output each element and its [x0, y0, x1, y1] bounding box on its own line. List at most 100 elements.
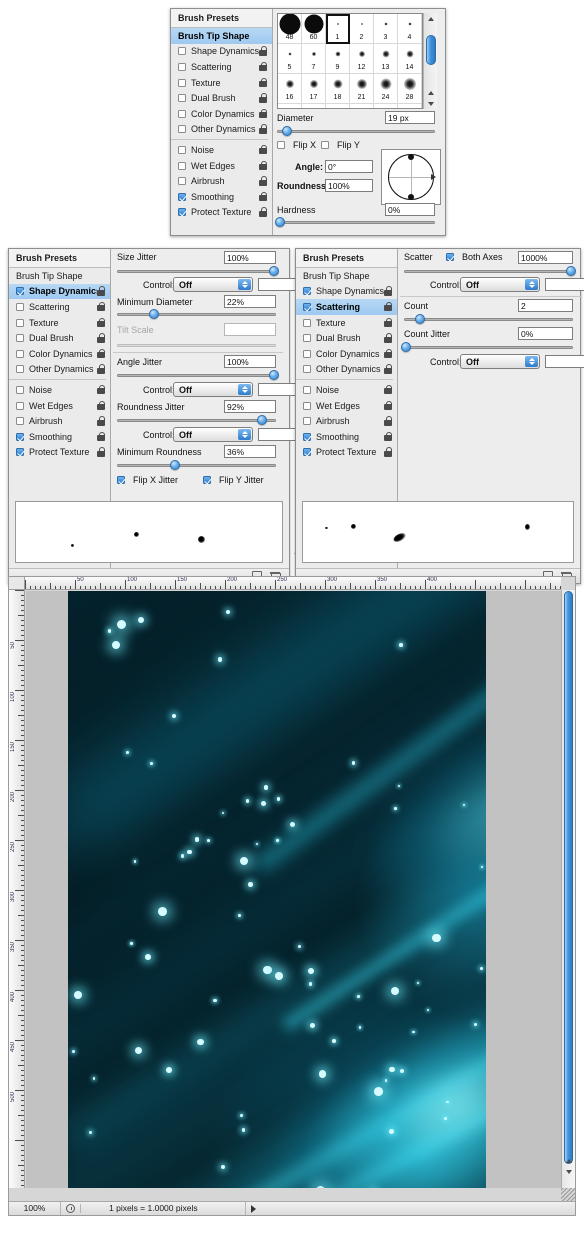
lock-icon[interactable] — [259, 124, 268, 134]
brush-preset-cell[interactable] — [350, 104, 374, 109]
option-row-protect-texture[interactable]: Protect Texture — [171, 205, 272, 221]
scroll-down-arrow-icon[interactable] — [562, 1166, 575, 1177]
lock-icon[interactable] — [97, 318, 106, 328]
brush-preset-cell[interactable]: 12 — [350, 44, 374, 74]
control2-extra-input[interactable] — [258, 383, 298, 396]
option-row-brush-tip-shape[interactable]: Brush Tip Shape — [171, 28, 272, 44]
brush-preset-cell[interactable]: 60 — [302, 14, 326, 44]
option-checkbox[interactable] — [178, 79, 186, 87]
option-checkbox[interactable] — [16, 386, 24, 394]
lock-icon[interactable] — [384, 364, 393, 374]
scattering-panel[interactable]: Brush Presets Brush Tip ShapeShape Dynam… — [295, 248, 581, 584]
lock-icon[interactable] — [259, 78, 268, 88]
brush-preset-cell[interactable]: 9 — [326, 44, 350, 74]
tilt-scale-input[interactable] — [224, 323, 276, 336]
brush-preset-cell[interactable]: 4 — [398, 14, 422, 44]
lock-icon[interactable] — [259, 176, 268, 186]
brush-preset-cell[interactable]: 7 — [302, 44, 326, 74]
brush-preset-cell[interactable]: 24 — [374, 74, 398, 104]
option-checkbox[interactable] — [16, 365, 24, 373]
lock-icon[interactable] — [259, 207, 268, 217]
brush-tip-shape-panel[interactable]: Brush Presets Brush Tip ShapeShape Dynam… — [170, 8, 446, 236]
lock-icon[interactable] — [259, 46, 268, 56]
lock-icon[interactable] — [384, 401, 393, 411]
brush-preset-cell[interactable]: 3 — [374, 14, 398, 44]
option-checkbox[interactable] — [16, 417, 24, 425]
roundness-jitter-input[interactable]: 92% — [224, 400, 276, 413]
brush-preset-cell[interactable]: 13 — [374, 44, 398, 74]
option-row-dual-brush[interactable]: Dual Brush — [296, 330, 397, 346]
horizontal-ruler[interactable]: 50100150200250300350400 — [25, 577, 561, 590]
option-checkbox[interactable] — [16, 287, 24, 295]
option-checkbox[interactable] — [303, 386, 311, 394]
lock-icon[interactable] — [97, 385, 106, 395]
lock-icon[interactable] — [97, 333, 106, 343]
option-row-wet-edges[interactable]: Wet Edges — [171, 158, 272, 174]
roundness-jitter-slider[interactable] — [117, 415, 276, 426]
option-checkbox[interactable] — [303, 334, 311, 342]
zoom-level[interactable]: 100% — [9, 1202, 61, 1215]
brush-preset-cell[interactable] — [398, 104, 422, 109]
both-axes-box[interactable] — [446, 253, 454, 261]
both-axes-checkbox[interactable]: Both Axes — [446, 252, 503, 262]
canvas-area[interactable] — [26, 591, 561, 1188]
lock-icon[interactable] — [259, 161, 268, 171]
scrollbar-thumb[interactable] — [426, 35, 436, 65]
scroll-up-arrow-icon[interactable] — [562, 1155, 575, 1166]
scatter-input[interactable]: 1000% — [518, 251, 573, 264]
option-row-scattering[interactable]: Scattering — [296, 299, 397, 315]
option-row-color-dynamics[interactable]: Color Dynamics — [296, 346, 397, 362]
lock-icon[interactable] — [97, 286, 106, 296]
flip-x-checkbox[interactable]: Flip X — [277, 140, 316, 150]
flip-x-jitter-checkbox[interactable]: Flip X Jitter — [117, 475, 178, 485]
control1-popup[interactable]: Off — [173, 277, 253, 292]
option-row-brush-tip-shape[interactable]: Brush Tip Shape — [9, 268, 110, 284]
control1-extra-input[interactable] — [258, 278, 298, 291]
option-checkbox[interactable] — [303, 448, 311, 456]
scatter-control1-extra-input[interactable] — [545, 278, 584, 291]
hardness-slider[interactable] — [277, 217, 435, 228]
artwork-canvas[interactable] — [68, 591, 486, 1188]
lock-icon[interactable] — [384, 385, 393, 395]
flip-y-jitter-checkbox[interactable]: Flip Y Jitter — [203, 475, 264, 485]
option-row-other-dynamics[interactable]: Other Dynamics — [296, 362, 397, 378]
option-checkbox[interactable] — [178, 162, 186, 170]
option-checkbox[interactable] — [16, 402, 24, 410]
count-jitter-input[interactable]: 0% — [518, 327, 573, 340]
option-checkbox[interactable] — [303, 417, 311, 425]
brush-preset-cell[interactable]: 5 — [278, 44, 302, 74]
option-checkbox[interactable] — [178, 63, 186, 71]
scatter-control2-extra-input[interactable] — [545, 355, 584, 368]
scrollbar-thumb[interactable] — [564, 591, 573, 1164]
ruler-origin-corner[interactable] — [9, 577, 25, 590]
option-row-other-dynamics[interactable]: Other Dynamics — [171, 122, 272, 138]
option-checkbox[interactable] — [16, 334, 24, 342]
option-row-smoothing[interactable]: Smoothing — [9, 429, 110, 445]
option-row-shape-dynamics[interactable]: Shape Dynamics — [9, 284, 110, 300]
lock-icon[interactable] — [97, 302, 106, 312]
option-checkbox[interactable] — [16, 319, 24, 327]
lock-icon[interactable] — [259, 62, 268, 72]
option-checkbox[interactable] — [178, 94, 186, 102]
lock-icon[interactable] — [97, 349, 106, 359]
flip-y-box[interactable] — [321, 141, 329, 149]
minimum-diameter-slider[interactable] — [117, 309, 276, 320]
lock-icon[interactable] — [97, 364, 106, 374]
lock-icon[interactable] — [97, 432, 106, 442]
lock-icon[interactable] — [384, 302, 393, 312]
option-row-smoothing[interactable]: Smoothing — [171, 189, 272, 205]
option-row-wet-edges[interactable]: Wet Edges — [9, 398, 110, 414]
option-checkbox[interactable] — [178, 110, 186, 118]
option-checkbox[interactable] — [303, 303, 311, 311]
lock-icon[interactable] — [384, 318, 393, 328]
brush-preset-cell[interactable]: 17 — [302, 74, 326, 104]
flip-y-checkbox[interactable]: Flip Y — [321, 140, 360, 150]
option-checkbox[interactable] — [16, 350, 24, 358]
option-row-texture[interactable]: Texture — [9, 315, 110, 331]
option-row-color-dynamics[interactable]: Color Dynamics — [171, 106, 272, 122]
size-jitter-slider[interactable] — [117, 266, 276, 277]
flip-x-jitter-box[interactable] — [117, 476, 125, 484]
lock-icon[interactable] — [384, 432, 393, 442]
option-checkbox[interactable] — [303, 319, 311, 327]
angle-jitter-input[interactable]: 100% — [224, 355, 276, 368]
